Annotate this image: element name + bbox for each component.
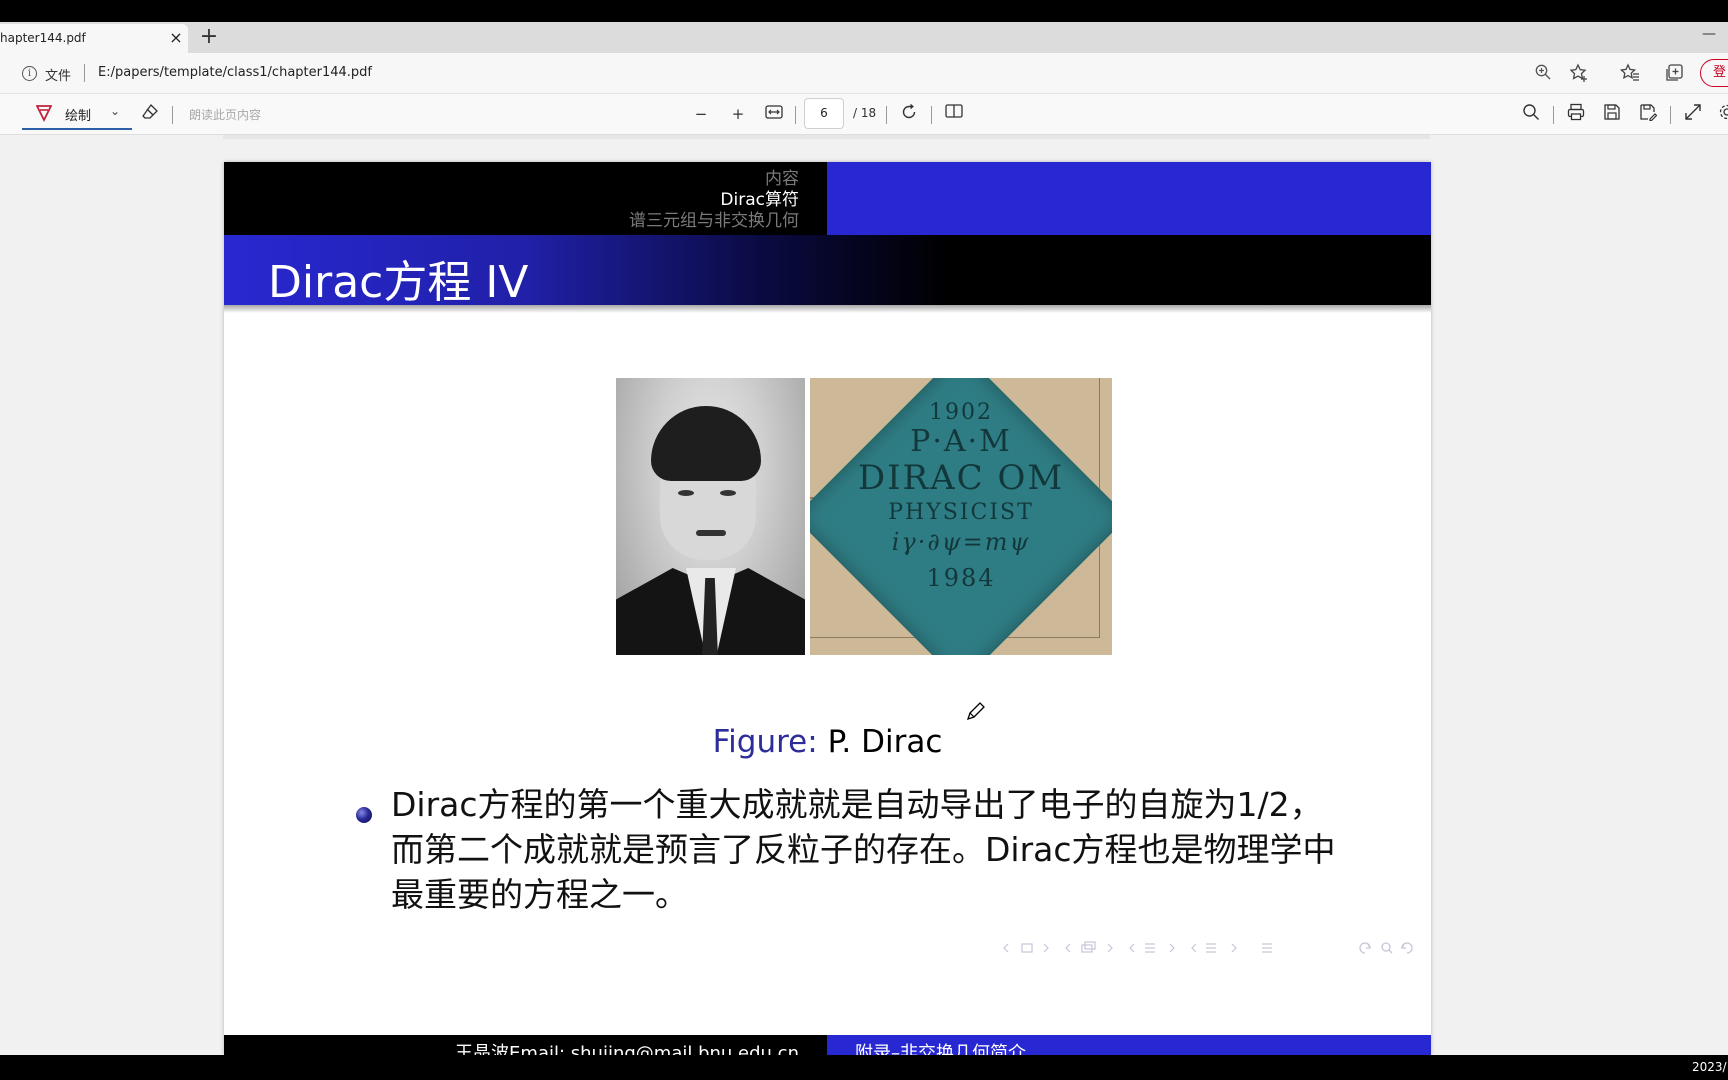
bullet-icon (356, 807, 372, 823)
address-bar: i 文件 E:/papers/template/class1/chapter14… (0, 53, 1728, 94)
figure-caption-text: P. Dirac (827, 724, 943, 760)
plaque-profession: PHYSICIST (888, 500, 1034, 525)
file-scheme-label: 文件 (45, 69, 72, 84)
portrait-hair (651, 406, 761, 481)
pen-cursor-icon (965, 700, 987, 722)
slide-title: Dirac方程 IV (268, 257, 529, 308)
divider (1670, 106, 1671, 124)
fit-width-icon[interactable] (763, 103, 785, 125)
pen-icon (35, 104, 53, 123)
footer-author-email: 王晶波Email: shujing@mail.bnu.edu.cn (455, 1043, 799, 1055)
read-aloud-button[interactable]: 朗读此页内容 (189, 106, 261, 123)
slide-footer-left: 王晶波Email: shujing@mail.bnu.edu.cn (224, 1035, 827, 1055)
collections-icon[interactable] (1663, 63, 1685, 85)
divider (84, 64, 85, 82)
slide-header-right (827, 162, 1431, 235)
window-top-bar (0, 0, 1728, 22)
page-total: / 18 (853, 106, 877, 120)
taskbar-clock: 2023/ (1692, 1060, 1727, 1074)
info-icon[interactable]: i (22, 66, 37, 81)
dirac-portrait-image (616, 378, 805, 655)
search-icon[interactable] (1520, 103, 1542, 125)
divider (795, 106, 796, 124)
pdf-toolbar: 绘制 ⌄ 朗读此页内容 − + 6 / 18 (0, 94, 1728, 135)
draw-tool-button[interactable]: 绘制 ⌄ (22, 98, 132, 130)
fullscreen-icon[interactable] (1682, 103, 1704, 125)
page-view-icon[interactable] (943, 103, 965, 125)
zoom-out-button[interactable]: − (690, 103, 712, 125)
slide-header-left: 内容 Dirac算符 谱三元组与非交换几何 (224, 162, 827, 235)
url-field[interactable]: E:/papers/template/class1/chapter144.pdf (98, 65, 372, 80)
save-as-icon[interactable] (1637, 103, 1659, 125)
save-icon[interactable] (1601, 103, 1623, 125)
pdf-viewport[interactable]: 内容 Dirac算符 谱三元组与非交换几何 Dirac方程 IV 1902 P·… (0, 135, 1728, 1055)
plaque-name: DIRAC OM (857, 458, 1065, 498)
previous-page-edge (223, 135, 1430, 139)
login-button[interactable]: 登 (1700, 59, 1728, 87)
tab-close-icon[interactable]: × (168, 28, 184, 47)
dirac-memorial-stone-image: 1902 P·A·M DIRAC OM PHYSICIST iγ·∂ψ=mψ 1… (810, 378, 1112, 655)
draw-label: 绘制 (65, 109, 92, 124)
plaque-year-died: 1984 (926, 564, 996, 592)
pdf-page: 内容 Dirac算符 谱三元组与非交换几何 Dirac方程 IV 1902 P·… (224, 162, 1431, 1055)
page-number-input[interactable]: 6 (804, 98, 844, 129)
minimize-button[interactable]: — (1702, 26, 1716, 42)
print-icon[interactable] (1565, 103, 1587, 125)
zoom-icon[interactable] (1532, 63, 1554, 85)
divider (1553, 106, 1554, 124)
tab-strip: hapter144.pdf × + — (0, 22, 1728, 53)
beamer-search-icons[interactable] (1356, 938, 1416, 962)
divider (172, 106, 173, 124)
add-favorite-icon[interactable] (1568, 63, 1590, 85)
figure-caption-label: Figure: (712, 724, 818, 760)
beamer-navigation-symbols[interactable] (1000, 938, 1300, 962)
eraser-icon[interactable] (140, 103, 160, 123)
portrait-eye (720, 490, 736, 496)
figure-caption: Figure: P. Dirac (224, 724, 1431, 760)
plaque-year-born: 1902 (929, 400, 993, 425)
taskbar: 2023/ (0, 1055, 1728, 1080)
plaque-equation: iγ·∂ψ=mψ (891, 528, 1031, 556)
portrait-mouth (696, 530, 726, 536)
new-tab-button[interactable]: + (198, 25, 220, 49)
slide-footer-right: 附录–非交换几何简介 (827, 1035, 1431, 1055)
divider (886, 106, 887, 124)
nav-item-spectral-triples[interactable]: 谱三元组与非交换几何 (629, 206, 799, 231)
bullet-text: Dirac方程的第一个重大成就就是自动导出了电子的自旋为1/2，而第二个成就就是… (391, 785, 1336, 914)
plaque-initials: P·A·M (910, 424, 1012, 459)
tab-pdf[interactable]: hapter144.pdf × (0, 24, 188, 53)
zoom-in-button[interactable]: + (727, 103, 749, 125)
divider (931, 106, 932, 124)
tab-title: hapter144.pdf (0, 31, 86, 45)
rotate-icon[interactable] (898, 103, 920, 125)
settings-icon[interactable] (1716, 103, 1728, 125)
favorites-icon[interactable] (1619, 63, 1641, 85)
portrait-eye (678, 490, 694, 496)
footer-section-title: 附录–非交换几何简介 (855, 1043, 1026, 1055)
chevron-down-icon[interactable]: ⌄ (110, 104, 120, 118)
